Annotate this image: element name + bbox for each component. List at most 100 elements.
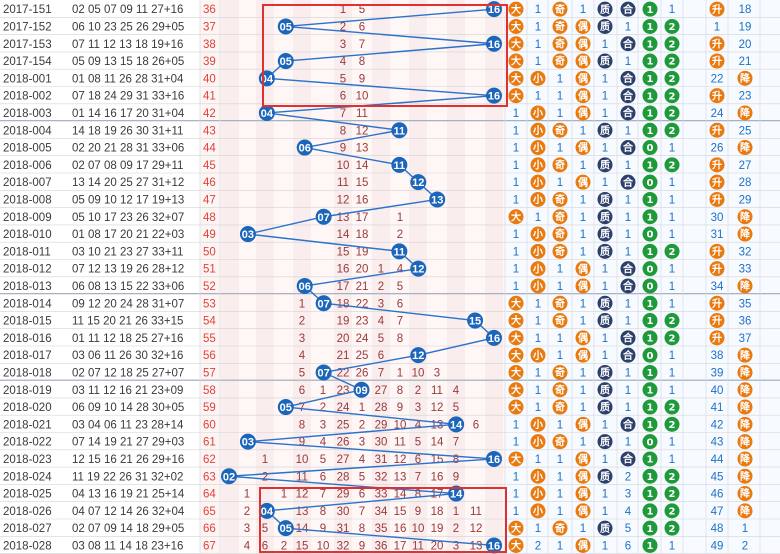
stat-marker-label: 大: [511, 210, 521, 223]
trend-ball-label: 15: [469, 316, 481, 328]
stat-marker-label: 合: [622, 280, 634, 293]
draw-cell: 01 08 17 20 21 22+03: [72, 229, 184, 241]
miss-count: 11: [470, 506, 482, 518]
period-cell: 2018-005: [3, 143, 52, 155]
stat-count: 1: [557, 143, 563, 155]
sum-cell: 58: [203, 385, 216, 397]
miss-count: 2: [281, 540, 287, 552]
stat-marker-label: 2: [669, 109, 676, 120]
stat-marker-label: 小: [532, 124, 543, 137]
stat-count: 1: [535, 402, 541, 414]
miss-count: 19: [431, 523, 444, 535]
stat-marker-label: 小: [532, 418, 543, 431]
stat-marker-label: 偶: [577, 20, 588, 33]
miss-count: 23: [356, 316, 369, 328]
period-cell: 2018-014: [3, 298, 52, 310]
miss-count: 16: [431, 471, 444, 483]
stat-count: 1: [535, 316, 541, 328]
miss-count: 5: [320, 454, 326, 466]
miss-count: 9: [320, 523, 326, 535]
stat-count: 1: [557, 489, 563, 501]
period-cell: 2018-002: [3, 91, 52, 103]
stat-count: 1: [625, 160, 631, 172]
period-cell: 2018-013: [3, 281, 52, 293]
draw-cell: 03 10 21 23 27 33+11: [72, 246, 183, 258]
stat-count: 1: [625, 125, 631, 137]
miss-count: 3: [434, 367, 440, 379]
stat-marker-label: 偶: [577, 453, 588, 466]
stat-marker-label: 1: [647, 368, 654, 379]
miss-count: 2: [359, 419, 365, 431]
miss-count: 14: [356, 160, 369, 172]
stat-marker-label: 2: [669, 74, 676, 85]
stat-count: 21: [739, 56, 752, 68]
sum-cell: 41: [203, 91, 216, 103]
stat-count: 1: [625, 212, 631, 224]
miss-count: 30: [375, 437, 388, 449]
stat-marker-label: 质: [600, 20, 610, 33]
stat-marker-label: 升: [712, 37, 722, 50]
stat-count: 1: [625, 246, 631, 258]
miss-count: 14: [337, 229, 350, 241]
miss-count: 15: [337, 246, 350, 258]
miss-count: 28: [375, 402, 388, 414]
stat-count: 1: [669, 264, 675, 276]
stat-marker-label: 1: [647, 385, 654, 396]
stat-count: 1: [625, 437, 631, 449]
stat-marker-label: 合: [622, 262, 634, 275]
draw-cell: 01 14 16 17 20 31+04: [72, 108, 185, 120]
period-cell: 2018-027: [3, 523, 52, 535]
stat-marker-label: 质: [600, 522, 610, 535]
miss-count: 1: [397, 212, 403, 224]
stat-marker-label: 奇: [555, 314, 565, 327]
stat-marker-label: 偶: [577, 176, 588, 189]
period-cell: 2018-022: [3, 437, 52, 449]
stat-marker-label: 2: [669, 420, 676, 431]
stat-count: 1: [669, 437, 675, 449]
period-cell: 2018-023: [3, 454, 52, 466]
period-cell: 2017-153: [3, 39, 52, 51]
draw-cell: 12 15 16 21 26 29+16: [72, 454, 184, 466]
miss-count: 11: [337, 177, 349, 189]
stat-marker-label: 合: [622, 453, 634, 466]
miss-count: 2: [453, 523, 459, 535]
stat-marker-label: 奇: [555, 20, 565, 33]
stat-count: 1: [535, 523, 541, 535]
stat-marker-label: 降: [740, 487, 751, 500]
sum-cell: 47: [203, 194, 216, 206]
miss-count: 13: [470, 540, 483, 552]
stat-marker-label: 质: [600, 210, 610, 223]
sum-cell: 37: [203, 21, 216, 33]
period-cell: 2017-151: [3, 4, 52, 16]
draw-cell: 04 07 12 14 26 32+04: [72, 506, 185, 518]
sum-cell: 63: [203, 471, 216, 483]
miss-count: 20: [431, 540, 444, 552]
period-cell: 2018-020: [3, 402, 52, 414]
stat-count: 1: [602, 73, 608, 85]
stat-marker-label: 1: [647, 489, 654, 500]
miss-count: 13: [394, 471, 407, 483]
trend-ball-label: 07: [318, 212, 330, 224]
stat-count: 1: [535, 4, 541, 16]
stat-marker-label: 小: [532, 280, 543, 293]
stat-marker-label: 质: [600, 366, 610, 379]
stat-count: 1: [602, 91, 608, 103]
miss-count: 10: [296, 454, 309, 466]
period-cell: 2018-004: [3, 125, 52, 137]
stat-marker-label: 升: [712, 193, 722, 206]
period-cell: 2018-010: [3, 229, 52, 241]
miss-count: 5: [262, 523, 268, 535]
stat-count: 1: [602, 489, 608, 501]
miss-count: 31: [375, 454, 388, 466]
stat-marker-label: 升: [712, 89, 722, 102]
stat-marker-label: 质: [600, 193, 610, 206]
trend-ball-label: 11: [394, 125, 406, 137]
stat-marker-label: 质: [600, 401, 610, 414]
stat-count: 25: [739, 125, 752, 137]
stat-marker-label: 大: [511, 331, 521, 344]
stat-count: 49: [711, 540, 724, 552]
stat-count: 1: [625, 385, 631, 397]
stat-marker-label: 1: [647, 316, 654, 327]
stat-marker-label: 1: [647, 247, 654, 258]
miss-count: 9: [359, 540, 365, 552]
